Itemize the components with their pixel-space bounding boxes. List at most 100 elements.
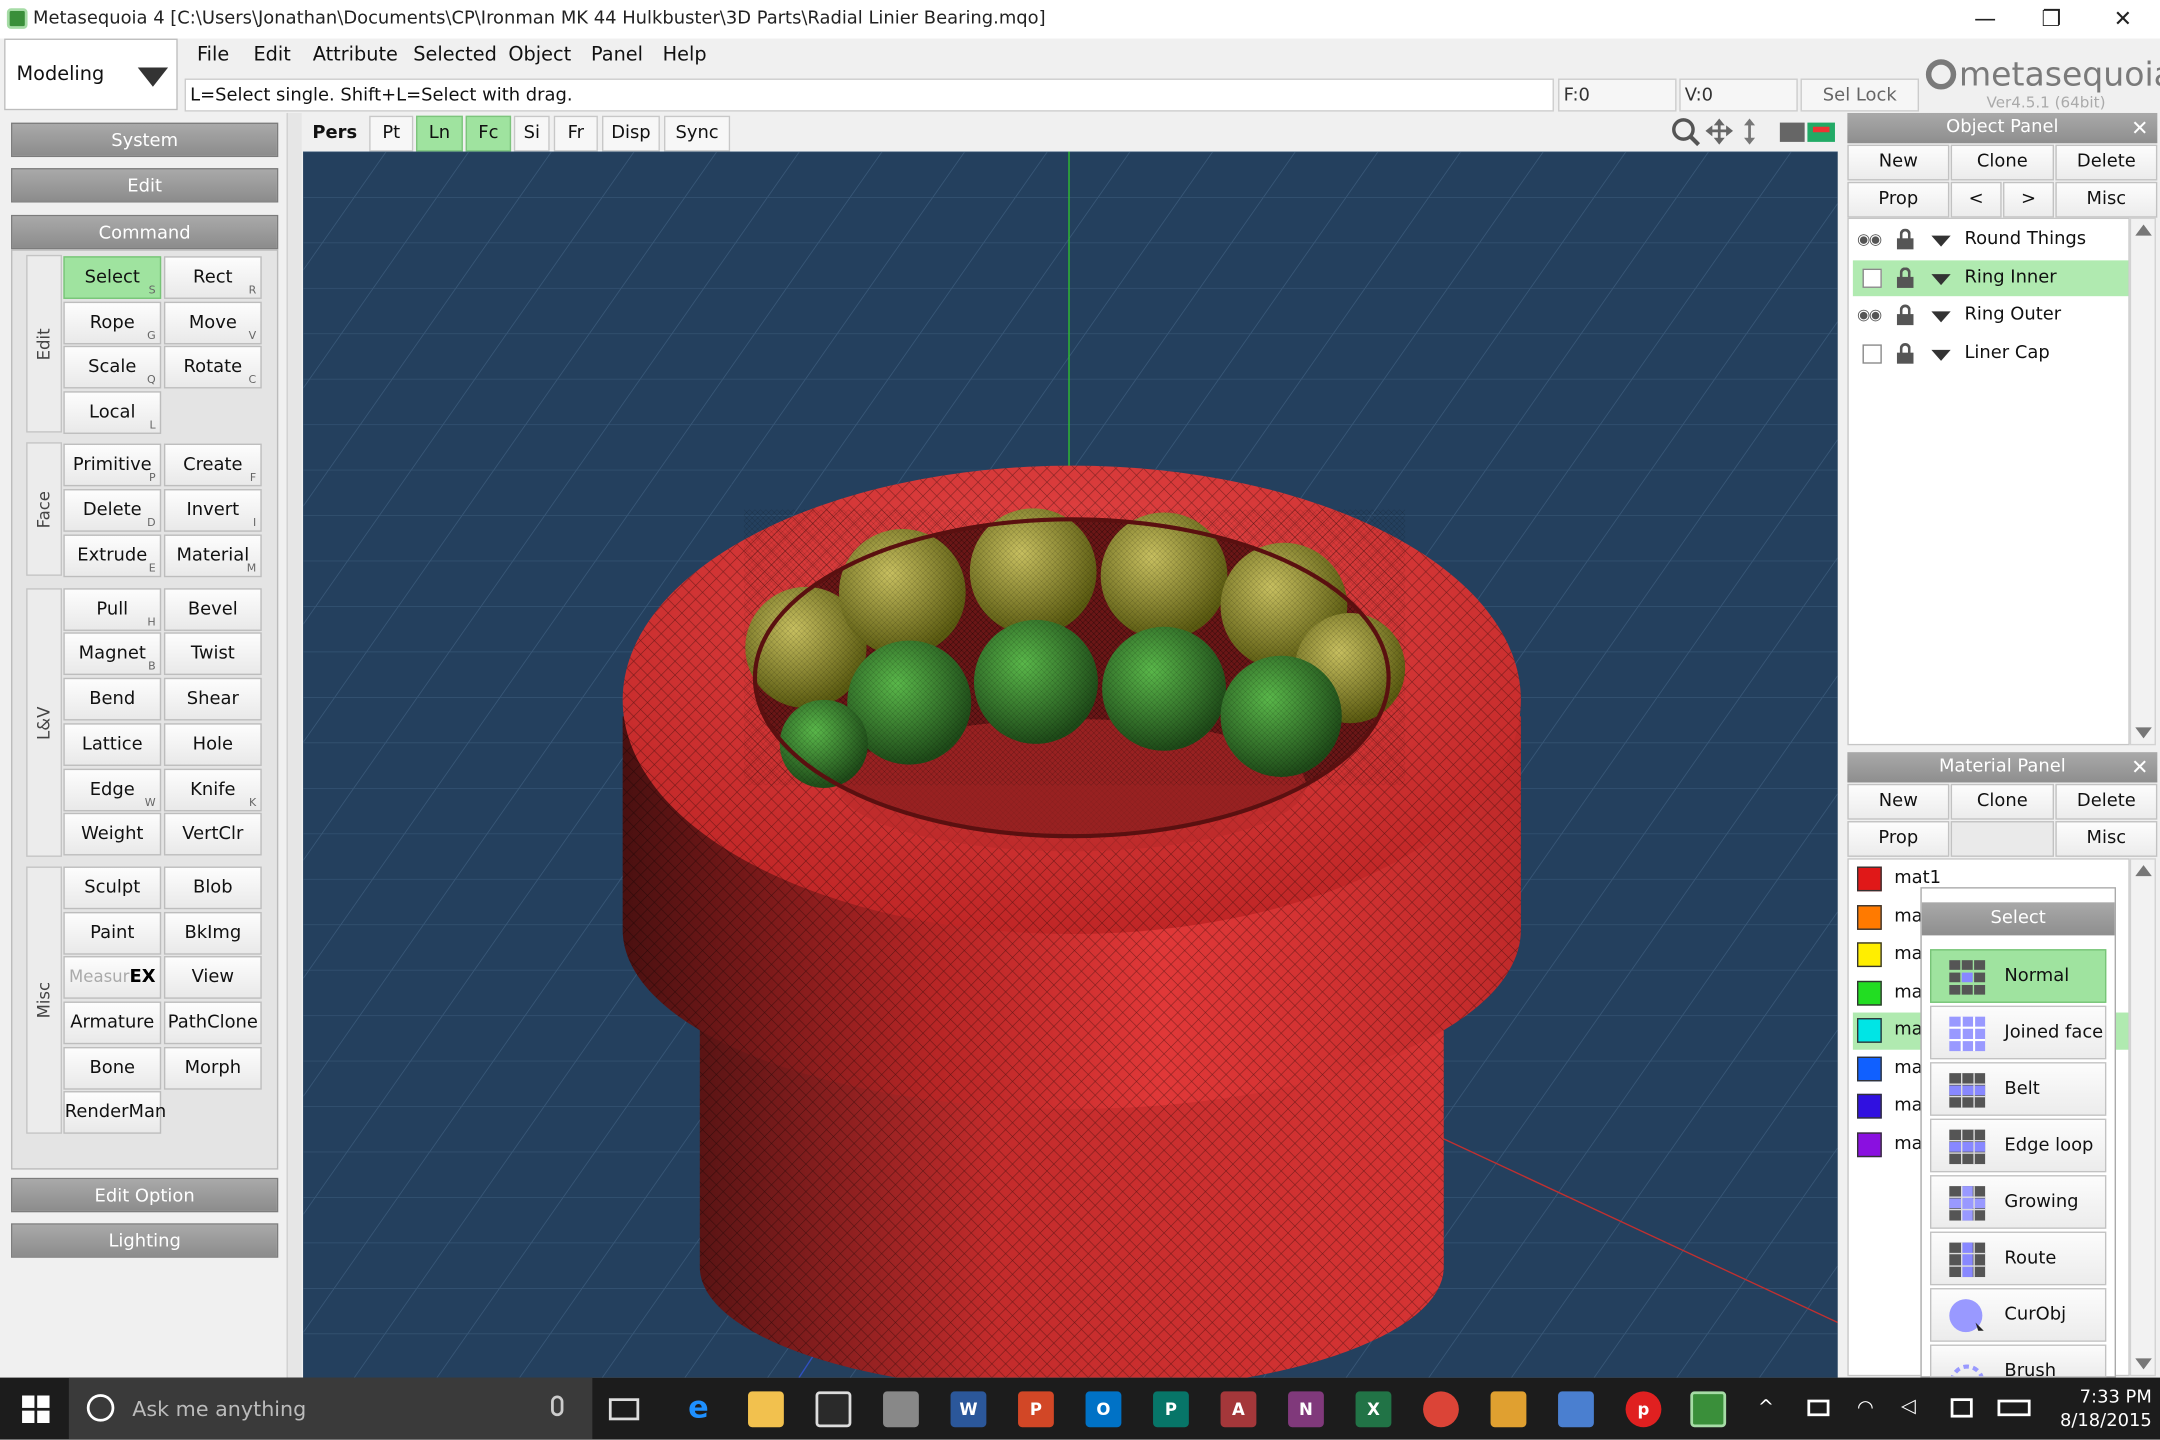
- lock-icon[interactable]: [1896, 266, 1915, 288]
- object-new-button[interactable]: New: [1847, 144, 1950, 181]
- object-row-round-things[interactable]: ◉◉ Round Things: [1853, 222, 2129, 258]
- select-mode-normal[interactable]: Normal: [1930, 949, 2107, 1003]
- view-fr[interactable]: Fr: [553, 115, 598, 152]
- eye-icon[interactable]: ◉◉: [1857, 306, 1887, 325]
- microphone-icon[interactable]: [551, 1395, 564, 1417]
- view-ln[interactable]: Ln: [416, 115, 463, 152]
- select-mode-brush[interactable]: Brush: [1930, 1344, 2107, 1378]
- expand-triangle-icon[interactable]: [1931, 349, 1951, 361]
- menu-selected[interactable]: Selected: [413, 44, 497, 66]
- object-prop-button[interactable]: Prop: [1847, 181, 1950, 218]
- command-rect-button[interactable]: Rect R: [163, 256, 262, 299]
- select-mode-curobj[interactable]: CurObj: [1930, 1288, 2107, 1342]
- material-list-scrollbar[interactable]: [2129, 858, 2156, 1377]
- menu-panel[interactable]: Panel: [591, 44, 643, 66]
- visibility-checkbox[interactable]: [1862, 343, 1882, 363]
- windows-start-icon[interactable]: [22, 1395, 50, 1424]
- object-row-liner-cap[interactable]: Liner Cap: [1853, 335, 2129, 371]
- material-clone-button[interactable]: Clone: [1950, 783, 2055, 820]
- app-icon-generic[interactable]: [883, 1391, 919, 1428]
- command-bevel-button[interactable]: Bevel: [163, 588, 262, 631]
- command-rotate-button[interactable]: Rotate C: [163, 345, 262, 389]
- mode-dropdown[interactable]: Modeling: [4, 38, 178, 111]
- material-new-button[interactable]: New: [1847, 783, 1950, 820]
- view-navigation-icons[interactable]: [1670, 116, 1841, 149]
- eye-icon[interactable]: ◉◉: [1857, 230, 1887, 249]
- command-pull-button[interactable]: Pull H: [63, 588, 162, 631]
- menu-object[interactable]: Object: [508, 44, 571, 66]
- material-misc-button[interactable]: Misc: [2055, 821, 2158, 857]
- expand-triangle-icon[interactable]: [1931, 311, 1951, 323]
- search-box[interactable]: Ask me anything: [68, 1377, 593, 1440]
- command-paint-button[interactable]: Paint: [63, 911, 162, 955]
- metasequoia-taskbar-icon[interactable]: [1690, 1391, 1727, 1428]
- object-clone-button[interactable]: Clone: [1950, 144, 2055, 181]
- command-local-button[interactable]: Local L: [63, 391, 162, 434]
- sel-lock-button[interactable]: Sel Lock: [1800, 78, 1919, 112]
- object-prev-button[interactable]: <: [1950, 181, 2002, 218]
- command-edge-button[interactable]: Edge W: [63, 768, 162, 812]
- system-section[interactable]: System: [11, 122, 279, 158]
- command-sculpt-button[interactable]: Sculpt: [63, 866, 162, 910]
- material-prop-button[interactable]: Prop: [1847, 821, 1950, 857]
- command-scale-button[interactable]: Scale Q: [63, 345, 162, 389]
- expand-triangle-icon[interactable]: [1931, 273, 1951, 285]
- calculator-icon[interactable]: [1490, 1391, 1527, 1428]
- tray-chevron-icon[interactable]: ^: [1758, 1397, 1774, 1419]
- command-material-button[interactable]: Material M: [163, 534, 262, 578]
- edit-option-section[interactable]: Edit Option: [11, 1177, 279, 1213]
- material-panel-close-icon[interactable]: ✕: [2131, 755, 2148, 780]
- view-fc[interactable]: Fc: [465, 115, 512, 152]
- select-mode-edge-loop[interactable]: Edge loop: [1930, 1118, 2107, 1173]
- menu-file[interactable]: File: [197, 44, 229, 66]
- lock-icon[interactable]: [1896, 304, 1915, 326]
- select-mode-joined-face[interactable]: Joined face: [1930, 1005, 2107, 1060]
- object-list-scrollbar[interactable]: [2129, 217, 2156, 746]
- visibility-checkbox[interactable]: [1862, 267, 1882, 288]
- command-magnet-button[interactable]: Magnet B: [63, 632, 162, 676]
- object-row-ring-inner[interactable]: Ring Inner: [1852, 259, 2129, 296]
- view-pers[interactable]: Pers: [305, 115, 364, 152]
- keyboard-icon[interactable]: [1997, 1399, 2031, 1417]
- word-icon[interactable]: W: [950, 1391, 987, 1428]
- object-row-ring-outer[interactable]: ◉◉ Ring Outer: [1853, 298, 2129, 334]
- close-button[interactable]: ✕: [2091, 0, 2154, 39]
- excel-icon[interactable]: X: [1355, 1391, 1392, 1428]
- edge-icon[interactable]: e: [681, 1391, 717, 1427]
- command-twist-button[interactable]: Twist: [163, 632, 262, 676]
- onenote-icon[interactable]: N: [1288, 1391, 1324, 1428]
- battery-icon[interactable]: [1807, 1399, 1830, 1417]
- access-icon[interactable]: A: [1220, 1391, 1257, 1428]
- view-pt[interactable]: Pt: [369, 115, 414, 152]
- lighting-section[interactable]: Lighting: [11, 1223, 279, 1258]
- task-view-icon[interactable]: [608, 1398, 640, 1421]
- command-hole-button[interactable]: Hole: [163, 723, 262, 766]
- object-panel-close-icon[interactable]: ✕: [2131, 116, 2148, 141]
- file-explorer-icon[interactable]: [748, 1391, 784, 1428]
- command-measur-button[interactable]: MeasurEX: [63, 956, 162, 999]
- command-blob-button[interactable]: Blob: [163, 866, 262, 910]
- edit-section[interactable]: Edit: [11, 168, 279, 203]
- select-mode-growing[interactable]: Growing: [1930, 1175, 2107, 1229]
- object-next-button[interactable]: >: [2003, 181, 2055, 218]
- network-app-icon[interactable]: [1558, 1391, 1594, 1428]
- command-extrude-button[interactable]: Extrude E: [63, 534, 162, 578]
- select-mode-route[interactable]: Route: [1930, 1231, 2107, 1286]
- command-move-button[interactable]: Move V: [163, 301, 262, 345]
- volume-icon[interactable]: ◁: [1901, 1396, 1916, 1418]
- command-vertclr-button[interactable]: VertClr: [163, 812, 262, 856]
- menu-edit[interactable]: Edit: [253, 44, 290, 66]
- restore-button[interactable]: ❐: [2020, 0, 2083, 39]
- store-icon[interactable]: [815, 1391, 852, 1428]
- command-section[interactable]: Command: [11, 214, 279, 250]
- chrome-icon[interactable]: [1423, 1391, 1459, 1428]
- command-shear-button[interactable]: Shear: [163, 677, 262, 721]
- app-red-icon[interactable]: p: [1625, 1391, 1662, 1428]
- lock-icon[interactable]: [1896, 342, 1915, 363]
- command-invert-button[interactable]: Invert I: [163, 489, 262, 532]
- object-misc-button[interactable]: Misc: [2055, 181, 2158, 218]
- command-primitive-button[interactable]: Primitive P: [63, 443, 162, 487]
- command-bend-button[interactable]: Bend: [63, 677, 162, 721]
- publisher-icon[interactable]: P: [1153, 1391, 1189, 1428]
- powerpoint-icon[interactable]: P: [1018, 1391, 1054, 1428]
